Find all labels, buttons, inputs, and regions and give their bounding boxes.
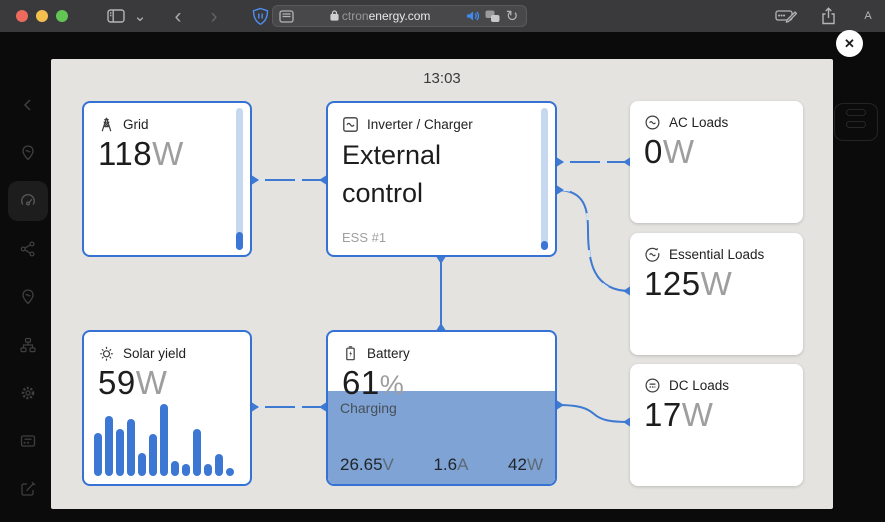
- battery-power: 42W: [508, 455, 543, 475]
- minimize-window-button[interactable]: [36, 10, 48, 22]
- sidebar-map-pin-icon[interactable]: [8, 133, 48, 173]
- page-content: ✕ 13:03 Grid 118W: [0, 32, 885, 522]
- sidebar-sitemap-icon[interactable]: [8, 325, 48, 365]
- close-overlay-button[interactable]: ✕: [836, 30, 863, 57]
- essential-loads-icon: [644, 246, 661, 263]
- traffic-lights: [16, 10, 76, 22]
- solar-bar: [193, 429, 201, 476]
- solar-card[interactable]: Solar yield 59W: [82, 330, 252, 486]
- dc-loads-icon: [644, 377, 661, 394]
- browser-toolbar: ⌄ ‹ › ctronenergy.com: [0, 0, 885, 32]
- zoom-window-button[interactable]: [56, 10, 68, 22]
- battery-soc: 61%: [328, 362, 555, 402]
- solar-history-chart: [94, 402, 234, 476]
- ac-loads-card[interactable]: AC Loads 0W: [630, 101, 803, 223]
- autofill-icon[interactable]: [774, 4, 798, 28]
- essential-loads-power: 125W: [630, 263, 803, 303]
- ac-loads-power: 0W: [630, 131, 803, 171]
- solar-bar: [94, 433, 102, 476]
- dc-loads-label: DC Loads: [669, 378, 729, 393]
- app-sidebar: [0, 32, 51, 522]
- solar-bar: [215, 454, 223, 476]
- share-icon[interactable]: [816, 4, 840, 28]
- inverter-icon: [342, 116, 359, 133]
- solar-bar: [204, 464, 212, 476]
- sidebar-back-icon[interactable]: [8, 85, 48, 125]
- translate-icon[interactable]: [485, 10, 500, 23]
- grid-label: Grid: [123, 117, 149, 132]
- battery-voltage: 26.65V: [340, 455, 394, 475]
- sidebar-edit-icon[interactable]: [8, 469, 48, 509]
- address-bar[interactable]: ctronenergy.com ↻: [272, 5, 527, 27]
- solar-bar: [171, 461, 179, 476]
- solar-bar: [127, 419, 135, 476]
- page-menu-icon[interactable]: [279, 10, 294, 23]
- essential-loads-label: Essential Loads: [669, 247, 764, 262]
- sun-icon: [98, 345, 115, 362]
- solar-bar: [149, 434, 157, 476]
- ac-loads-icon: [644, 114, 661, 131]
- overview-time: 13:03: [51, 70, 833, 87]
- ac-loads-label: AC Loads: [669, 115, 728, 130]
- battery-card[interactable]: Charging Battery 61% 26.65V 1.6A 42W: [326, 330, 557, 486]
- sidebar-remote-console-icon[interactable]: [8, 421, 48, 461]
- solar-bar: [160, 404, 168, 476]
- battery-stats: 26.65V 1.6A 42W: [340, 455, 543, 475]
- solar-power: 59W: [84, 362, 250, 402]
- essential-loads-card[interactable]: Essential Loads 125W: [630, 233, 803, 355]
- lock-icon: [330, 10, 339, 21]
- solar-bar: [182, 464, 190, 476]
- inverter-label: Inverter / Charger: [367, 117, 473, 132]
- audio-playing-icon[interactable]: [466, 10, 480, 22]
- forward-button[interactable]: ›: [202, 4, 226, 28]
- url-text: ctronenergy.com: [294, 9, 466, 23]
- dc-loads-card[interactable]: DC Loads 17W: [630, 364, 803, 486]
- chevron-down-icon[interactable]: ⌄: [128, 4, 152, 28]
- sidebar-location-icon[interactable]: [8, 277, 48, 317]
- grid-power: 118W: [84, 133, 250, 173]
- solar-label: Solar yield: [123, 346, 186, 361]
- sidebar-dashboard-icon[interactable]: [8, 181, 48, 221]
- grid-pylon-icon: [98, 116, 115, 133]
- solar-bar: [226, 468, 234, 476]
- close-window-button[interactable]: [16, 10, 28, 22]
- grid-gauge: [236, 108, 243, 250]
- layout-toggle-button-dimmed[interactable]: [834, 103, 878, 141]
- battery-label: Battery: [367, 346, 410, 361]
- inverter-sub-label: ESS #1: [342, 230, 386, 245]
- inverter-state: External control: [328, 133, 518, 213]
- text-smaller-button[interactable]: A: [856, 4, 880, 28]
- inverter-card[interactable]: Inverter / Charger External control ESS …: [326, 101, 557, 257]
- battery-current: 1.6A: [433, 455, 468, 475]
- sidebar-share-nodes-icon[interactable]: [8, 229, 48, 269]
- inverter-gauge: [541, 108, 548, 250]
- sidebar-settings-gear-icon[interactable]: [8, 373, 48, 413]
- dc-loads-power: 17W: [630, 394, 803, 434]
- battery-icon: [342, 345, 359, 362]
- back-button[interactable]: ‹: [166, 4, 190, 28]
- solar-bar: [116, 429, 124, 476]
- grid-card[interactable]: Grid 118W: [82, 101, 252, 257]
- privacy-shield-icon[interactable]: [248, 4, 272, 28]
- system-overview-panel: 13:03 Grid 118W I: [51, 59, 833, 509]
- sidebar-toggle-icon[interactable]: [104, 4, 128, 28]
- solar-bar: [105, 416, 113, 476]
- solar-bar: [138, 453, 146, 476]
- reload-icon[interactable]: ↻: [504, 8, 520, 24]
